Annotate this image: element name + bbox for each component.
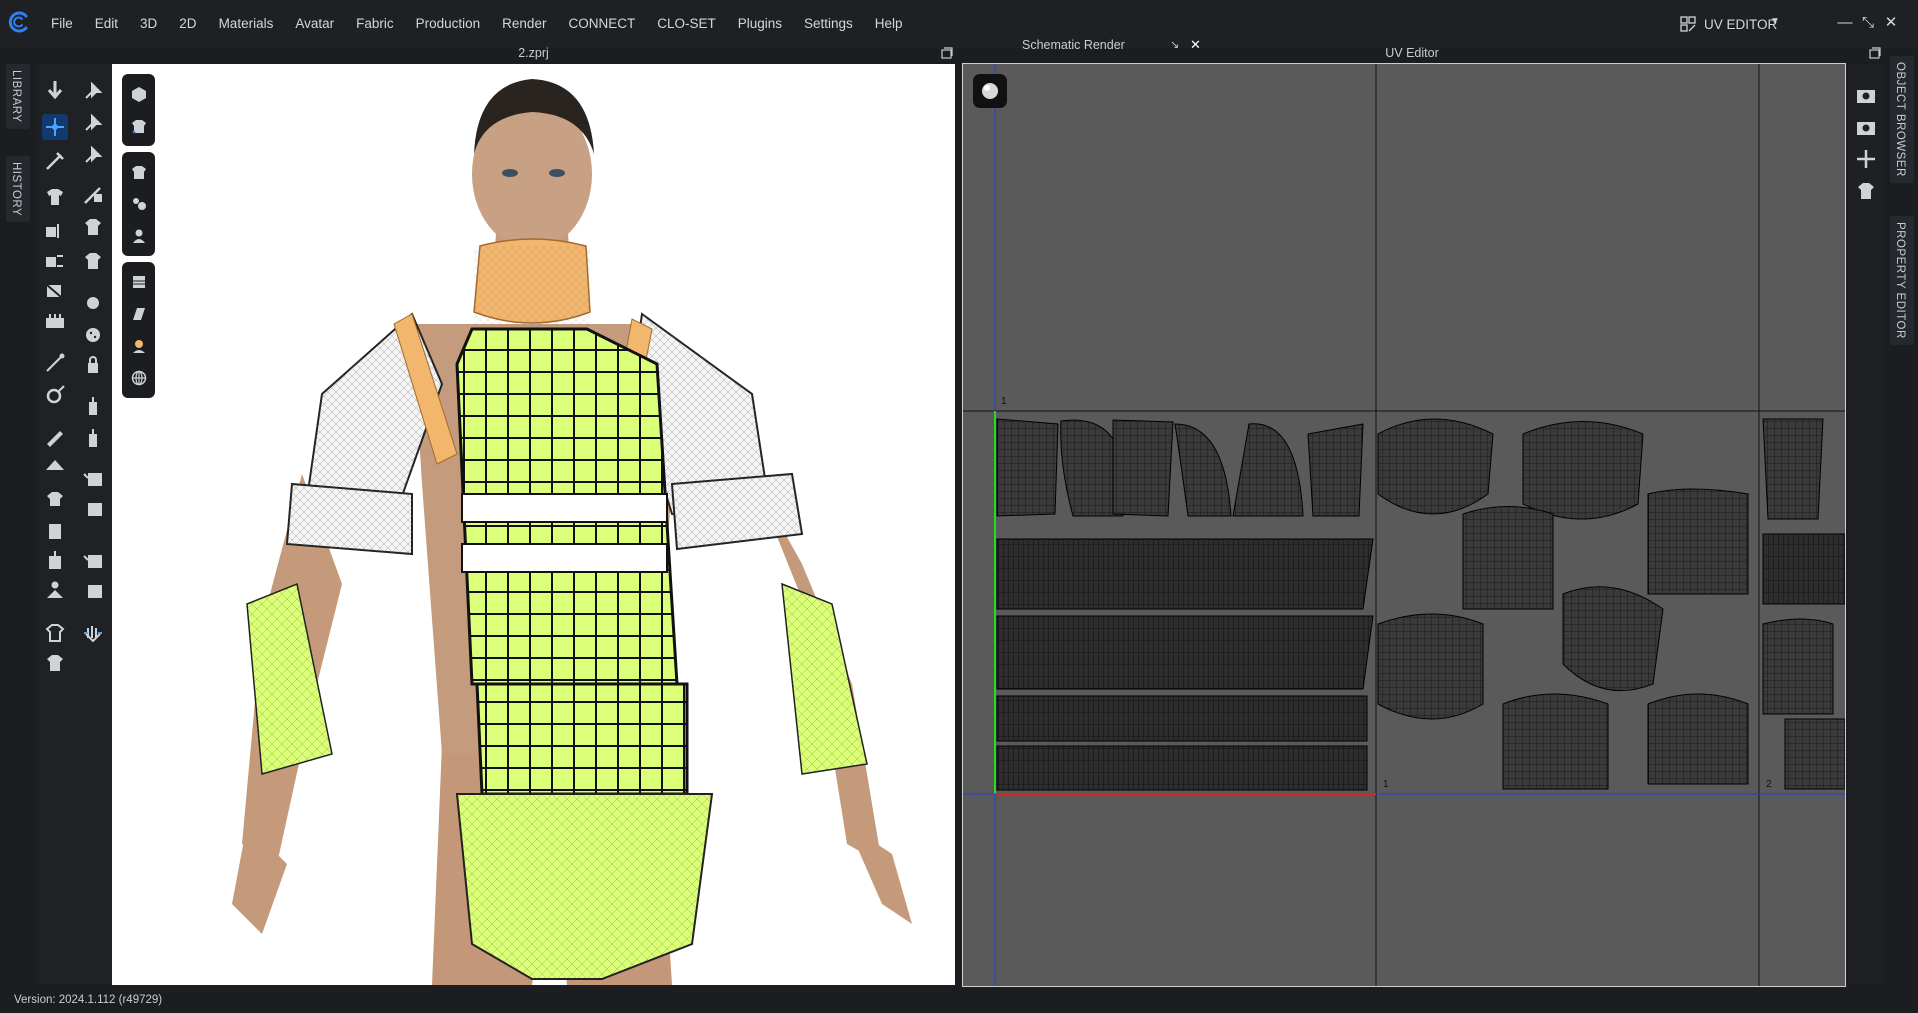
tab-property-editor[interactable]: PROPERTY EDITOR — [1890, 216, 1914, 345]
transform-icon[interactable] — [42, 114, 68, 140]
minimize-icon[interactable]: — — [1835, 12, 1855, 34]
menu-connect[interactable]: CONNECT — [557, 0, 646, 48]
menu-production[interactable]: Production — [405, 0, 492, 48]
uv-sidebar — [1848, 64, 1884, 984]
graphic-add-icon[interactable] — [80, 578, 106, 604]
uv-snapshot-icon[interactable] — [1853, 82, 1879, 108]
render-group — [122, 262, 155, 398]
tshirt-icon[interactable] — [122, 156, 155, 188]
menu-avatar[interactable]: Avatar — [284, 0, 345, 48]
version-label: Version: 2024.1.112 (r49729) — [14, 994, 163, 1006]
restore-icon[interactable]: ⤡ — [1858, 12, 1878, 34]
avatar-icon[interactable] — [122, 220, 155, 252]
menu-render[interactable]: Render — [491, 0, 557, 48]
uv-tile-label: 1 — [1001, 396, 1007, 407]
tab-object-browser-label: OBJECT BROWSER — [1894, 62, 1906, 177]
garment-select-icon[interactable] — [42, 184, 68, 210]
skin-icon[interactable] — [122, 330, 155, 362]
chevron-down-icon[interactable]: ▼ — [1770, 16, 1780, 27]
graphic-icon[interactable] — [80, 548, 106, 574]
3d-viewport[interactable] — [112, 64, 955, 985]
mesh-shirt-icon[interactable] — [80, 214, 106, 240]
menu-settings[interactable]: Settings — [793, 0, 864, 48]
menu-clo-set[interactable]: CLO-SET — [646, 0, 727, 48]
close-icon[interactable]: ✕ — [1881, 12, 1901, 34]
tab-history[interactable]: HISTORY — [6, 156, 30, 223]
uv-camera-icon[interactable] — [1853, 114, 1879, 140]
menu-edit[interactable]: Edit — [84, 0, 129, 48]
clo-logo-icon[interactable] — [8, 11, 30, 33]
viewport-toolbar — [122, 74, 155, 404]
avatar-pose-icon[interactable] — [42, 578, 68, 604]
mesh-edit-icon[interactable] — [80, 182, 106, 208]
tack-icon[interactable] — [42, 218, 68, 244]
shirt-half-icon[interactable] — [42, 650, 68, 676]
uv-move-icon[interactable] — [1853, 146, 1879, 172]
zipper-icon[interactable] — [42, 548, 68, 574]
zipper-puller-icon[interactable] — [80, 426, 106, 452]
trim-add-icon[interactable] — [80, 496, 106, 522]
mode-selector[interactable]: UV EDITOR — [1680, 12, 1777, 36]
lock-icon[interactable] — [80, 352, 106, 378]
menu-3d[interactable]: 3D — [129, 0, 168, 48]
display-group — [122, 152, 155, 256]
uv-editor-icon — [1680, 16, 1696, 32]
layer-icon[interactable] — [42, 518, 68, 544]
uv-editor-canvas[interactable]: 1 1 2 — [962, 63, 1846, 987]
cube-icon[interactable] — [122, 78, 155, 110]
uv-tile-label: 2 — [1766, 779, 1772, 790]
menu-plugins[interactable]: Plugins — [727, 0, 793, 48]
uv-tile-label: 1 — [1383, 779, 1389, 790]
menu-fabric[interactable]: Fabric — [345, 0, 405, 48]
menu-2d[interactable]: 2D — [168, 0, 207, 48]
shading-sphere-icon[interactable] — [973, 74, 1007, 108]
uv-garment-icon[interactable] — [1853, 178, 1879, 204]
zipper-tool-icon[interactable] — [80, 394, 106, 420]
menu-help[interactable]: Help — [864, 0, 914, 48]
uv-layout — [963, 64, 1845, 986]
avatar-garment-render — [232, 79, 912, 985]
mesh-grid-icon[interactable] — [80, 248, 106, 274]
shirt-icon[interactable] — [122, 110, 155, 142]
fold-icon[interactable] — [42, 278, 68, 304]
pin-remove-icon[interactable] — [80, 142, 106, 168]
pin-group-icon[interactable] — [42, 308, 68, 334]
tab-library-label: LIBRARY — [10, 70, 22, 123]
buttonhole-icon[interactable] — [80, 322, 106, 348]
tool-column-primary — [36, 64, 74, 984]
mode-label: UV EDITOR — [1704, 16, 1778, 32]
float-window-icon[interactable] — [1868, 46, 1882, 60]
tab-history-label: HISTORY — [10, 162, 22, 217]
pin-icon[interactable] — [80, 78, 106, 104]
texture-icon[interactable] — [122, 298, 155, 330]
menu-items: File Edit 3D 2D Materials Avatar Fabric … — [40, 0, 914, 48]
edit-pencil-icon[interactable] — [42, 424, 68, 450]
brush-icon[interactable] — [42, 148, 68, 174]
shirt-outline-icon[interactable] — [42, 620, 68, 646]
fit-garment-icon[interactable] — [42, 486, 68, 512]
select-mesh-icon[interactable] — [42, 78, 68, 104]
colors-icon[interactable] — [122, 188, 155, 220]
menu-materials[interactable]: Materials — [208, 0, 285, 48]
view-mode-group — [122, 74, 155, 146]
tab-property-editor-label: PROPERTY EDITOR — [1894, 222, 1906, 339]
hanger-icon[interactable] — [42, 454, 68, 480]
pin-add-icon[interactable] — [80, 110, 106, 136]
arrange-icon[interactable] — [42, 248, 68, 274]
globe-icon[interactable] — [122, 362, 155, 394]
button-icon[interactable] — [80, 290, 106, 316]
trim-icon[interactable] — [80, 466, 106, 492]
needle-icon[interactable] — [42, 350, 68, 376]
measure-icon[interactable] — [42, 382, 68, 408]
tool-column-secondary — [74, 64, 112, 984]
viewport-title: 2.zprj — [518, 46, 549, 60]
tab-object-browser[interactable]: OBJECT BROWSER — [1890, 56, 1914, 183]
float-window-icon[interactable] — [940, 46, 954, 60]
tab-library[interactable]: LIBRARY — [6, 64, 30, 129]
hand-tool-icon[interactable] — [80, 620, 106, 646]
fabric-icon[interactable] — [122, 266, 155, 298]
uv-editor-title: UV Editor — [1385, 46, 1439, 60]
menu-file[interactable]: File — [40, 0, 84, 48]
